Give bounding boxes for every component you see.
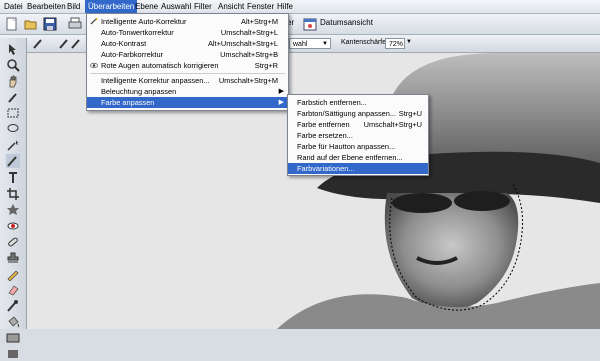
selection-brush-tool-icon[interactable] <box>6 154 20 168</box>
open-folder-icon[interactable] <box>24 17 38 31</box>
menu-farbstich-entfernen[interactable]: Farbstich entfernen... <box>288 97 428 108</box>
menu-farbvariationen[interactable]: Farbvariationen... <box>288 163 428 174</box>
farbe-anpassen-submenu: Farbstich entfernen... Farbton/Sättigung… <box>287 94 429 176</box>
selection-brush-icon[interactable] <box>58 38 70 50</box>
menu-ebene[interactable]: Ebene <box>132 0 161 13</box>
submenu-arrow-icon: ▶ <box>278 88 284 95</box>
edge-sharpness-label: Kantenschärfe: <box>341 39 389 46</box>
menu-item-shortcut: Strg+U <box>398 109 422 118</box>
print-icon[interactable] <box>68 17 82 31</box>
type-tool-icon[interactable] <box>6 171 20 185</box>
menu-ueberarbeiten[interactable]: Überarbeiten <box>85 0 138 13</box>
menu-item-label: Farbe für Hautton anpassen... <box>297 142 396 151</box>
marquee-tool-icon[interactable] <box>6 106 20 120</box>
menu-filter[interactable]: Filter <box>191 0 215 13</box>
eraser-tool-icon[interactable] <box>6 283 20 297</box>
menu-farbton-saettigung[interactable]: Farbton/Sättigung anpassen... Strg+U <box>288 108 428 119</box>
save-icon[interactable] <box>43 17 57 31</box>
menu-item-label: Rote Augen automatisch korrigieren <box>101 61 219 70</box>
menu-item-label: Farbton/Sättigung anpassen... <box>297 109 397 118</box>
toolbox <box>0 38 27 358</box>
menu-item-label: Rand auf der Ebene entfernen... <box>297 153 403 162</box>
date-view-icon[interactable] <box>303 17 317 31</box>
menu-item-label: Auto-Farbkorrektur <box>101 50 164 59</box>
paint-bucket-tool-icon[interactable] <box>6 315 20 329</box>
new-file-icon[interactable] <box>5 17 19 31</box>
menu-item-shortcut: Umschalt+Strg+L <box>220 28 278 37</box>
menu-datei[interactable]: Datei <box>1 0 26 13</box>
menu-hilfe[interactable]: Hilfe <box>274 0 296 13</box>
menu-rote-augen[interactable]: Rote Augen automatisch korrigieren Strg+… <box>87 60 288 71</box>
menu-item-label: Farbstich entfernen... <box>297 98 367 107</box>
menu-fenster[interactable]: Fenster <box>244 0 277 13</box>
selection-brush-add-icon[interactable] <box>70 38 82 50</box>
zoom-tool-icon[interactable] <box>6 58 20 72</box>
menu-item-label: Farbe anpassen <box>101 98 155 107</box>
chevron-down-icon: ▼ <box>322 41 328 47</box>
pencil-tool-icon[interactable] <box>6 267 20 281</box>
slider-arrow-icon[interactable]: ▼ <box>406 39 412 45</box>
menu-separator <box>90 73 285 74</box>
menu-auto-tonwertkorrektur[interactable]: Auto-Tonwertkorrektur Umschalt+Strg+L <box>87 27 288 38</box>
brush-tool-icon[interactable] <box>6 299 20 313</box>
menu-intelligente-korrektur-anpassen[interactable]: Intelligente Korrektur anpassen... Umsch… <box>87 75 288 86</box>
menu-item-shortcut: Alt+Umschalt+Strg+L <box>207 39 278 48</box>
menu-item-shortcut: Umschalt+Strg+B <box>220 50 278 59</box>
date-view-button[interactable]: Datumsansicht <box>320 18 373 27</box>
menu-bild[interactable]: Bild <box>64 0 83 13</box>
cookie-cutter-tool-icon[interactable] <box>6 203 20 217</box>
menu-item-label: Farbvariationen... <box>297 164 355 173</box>
menu-item-label: Intelligente Auto-Korrektur <box>101 17 187 26</box>
menu-item-shortcut: Alt+Strg+M <box>241 17 278 26</box>
menu-ansicht[interactable]: Ansicht <box>215 0 247 13</box>
menu-intelligente-auto-korrektur[interactable]: Intelligente Auto-Korrektur Alt+Strg+M <box>87 16 288 27</box>
crop-tool-icon[interactable] <box>6 187 20 201</box>
magic-wand-tool-icon[interactable] <box>6 138 20 152</box>
menu-bar: Datei Bearbeiten Bild Überarbeiten Ebene… <box>0 0 600 14</box>
red-eye-icon <box>90 62 98 69</box>
clone-stamp-tool-icon[interactable] <box>6 251 20 265</box>
ueberarbeiten-menu: Intelligente Auto-Korrektur Alt+Strg+M A… <box>86 13 289 111</box>
menu-farbe-ersetzen[interactable]: Farbe ersetzen... <box>288 130 428 141</box>
menu-beleuchtung-anpassen[interactable]: Beleuchtung anpassen ▶ <box>87 86 288 97</box>
menu-item-shortcut: Umschalt+Strg+M <box>218 76 278 85</box>
menu-item-shortcut: Strg+R <box>254 61 278 70</box>
gradient-tool-icon[interactable] <box>6 331 20 345</box>
menu-auto-farbkorrektur[interactable]: Auto-Farbkorrektur Umschalt+Strg+B <box>87 49 288 60</box>
edge-sharpness-input[interactable]: 72% <box>385 38 405 49</box>
mode-select-value: wahl <box>293 41 308 48</box>
hand-tool-icon[interactable] <box>6 74 20 88</box>
menu-farbe-entfernen[interactable]: Farbe entfernen Umschalt+Strg+U <box>288 119 428 130</box>
healing-brush-tool-icon[interactable] <box>6 235 20 249</box>
menu-item-label: Auto-Tonwertkorrektur <box>101 28 174 37</box>
menu-item-label: Beleuchtung anpassen <box>101 87 177 96</box>
menu-bearbeiten[interactable]: Bearbeiten <box>24 0 69 13</box>
menu-auswahl[interactable]: Auswahl <box>158 0 194 13</box>
shape-tool-icon[interactable] <box>6 347 20 361</box>
mode-select[interactable]: wahl ▼ <box>289 38 331 49</box>
lasso-tool-icon[interactable] <box>6 122 20 136</box>
eyedropper-tool-icon[interactable] <box>6 90 20 104</box>
menu-item-label: Farbe ersetzen... <box>297 131 353 140</box>
menu-auto-kontrast[interactable]: Auto-Kontrast Alt+Umschalt+Strg+L <box>87 38 288 49</box>
move-tool-icon[interactable] <box>6 42 20 56</box>
menu-item-label: Farbe entfernen <box>297 120 350 129</box>
brush-icon[interactable] <box>32 38 44 50</box>
auto-fix-icon <box>90 18 98 25</box>
red-eye-tool-icon[interactable] <box>6 219 20 233</box>
menu-item-label: Intelligente Korrektur anpassen... <box>101 76 210 85</box>
menu-farbe-anpassen[interactable]: Farbe anpassen ▶ <box>87 97 288 108</box>
submenu-arrow-icon: ▶ <box>278 99 284 106</box>
menu-item-label: Auto-Kontrast <box>101 39 147 48</box>
menu-item-shortcut: Umschalt+Strg+U <box>363 120 422 129</box>
menu-farbe-hautton[interactable]: Farbe für Hautton anpassen... <box>288 141 428 152</box>
menu-rand-entfernen[interactable]: Rand auf der Ebene entfernen... <box>288 152 428 163</box>
